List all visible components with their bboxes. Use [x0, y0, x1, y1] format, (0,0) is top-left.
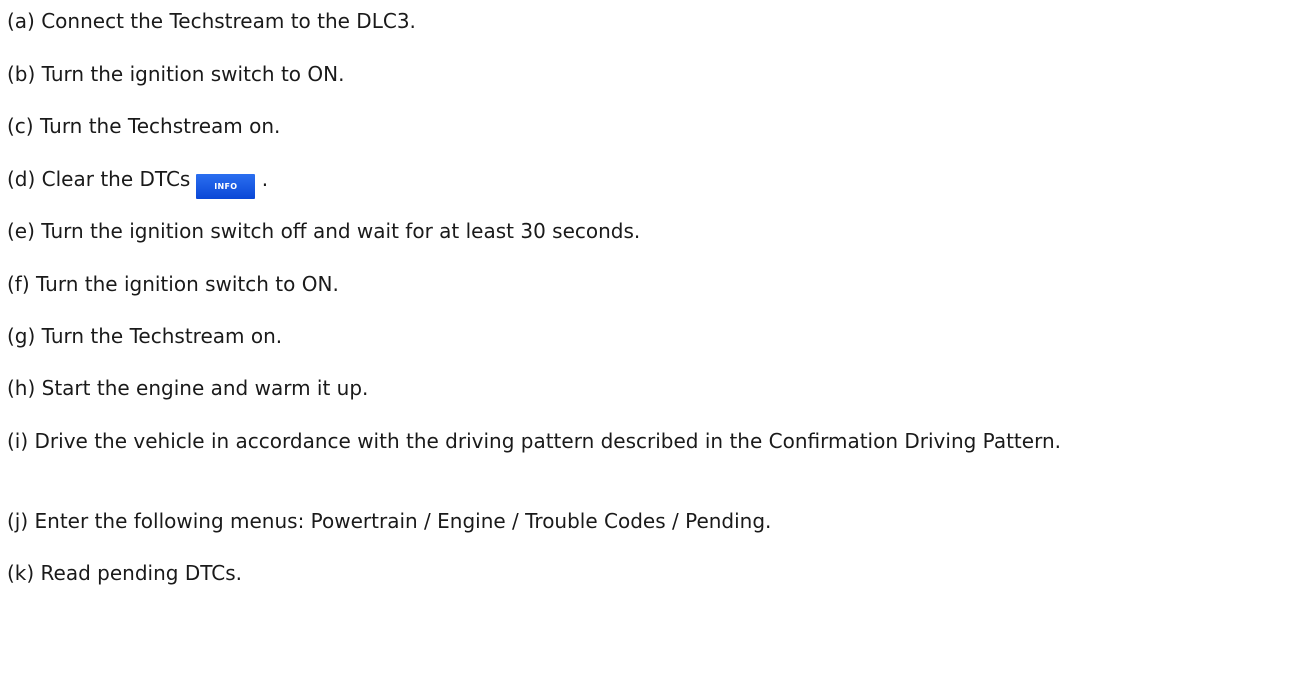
step-f: (f) Turn the ignition switch to ON.: [7, 272, 339, 296]
step-j: (j) Enter the following menus: Powertrai…: [7, 509, 772, 533]
step-k: (k) Read pending DTCs.: [7, 561, 242, 585]
step-d: (d) Clear the DTCs INFO .: [7, 165, 1307, 199]
step-c: (c) Turn the Techstream on.: [7, 114, 281, 138]
step-h: (h) Start the engine and warm it up.: [7, 376, 369, 400]
info-button-icon[interactable]: INFO: [196, 174, 256, 199]
step-b: (b) Turn the ignition switch to ON.: [7, 62, 345, 86]
step-a: (a) Connect the Techstream to the DLC3.: [7, 9, 416, 33]
step-i: (i) Drive the vehicle in accordance with…: [7, 429, 1061, 453]
step-d-text: (d) Clear the DTCs: [7, 167, 191, 191]
step-g: (g) Turn the Techstream on.: [7, 324, 283, 348]
step-e: (e) Turn the ignition switch off and wai…: [7, 219, 641, 243]
step-d-period: .: [261, 167, 269, 191]
